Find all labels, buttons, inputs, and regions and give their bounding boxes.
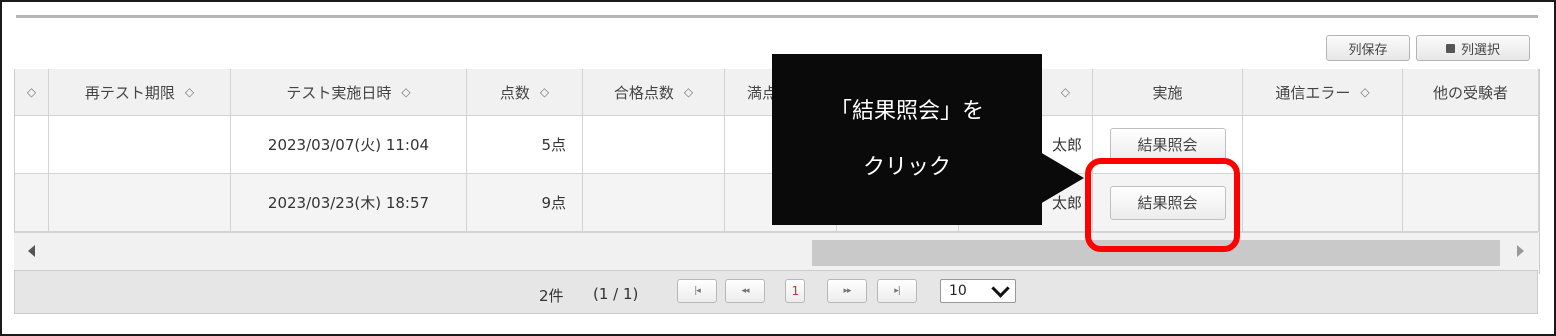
column-header-pass-score[interactable]: 合格点数 ◇ xyxy=(583,69,725,116)
instruction-callout: 「結果照会」を クリック xyxy=(772,54,1042,225)
column-header-label: 再テスト期限 xyxy=(84,83,175,102)
prev-page-button[interactable]: ◂◂ xyxy=(725,279,765,303)
table-cell xyxy=(15,174,49,232)
page-indicator: (1 / 1) xyxy=(593,285,639,303)
column-header-other-examinees: 他の受験者 xyxy=(1403,69,1539,116)
scroll-left-arrow-icon[interactable] xyxy=(28,245,35,257)
callout-pointer xyxy=(1040,152,1084,204)
screenshot-frame: 列保存 列選択 ◇ 再テスト期限 ◇ テスト実施日時 ◇ 点数 ◇ 合格点数 ◇… xyxy=(0,0,1556,336)
table-cell-test-datetime: 2023/03/07(火) 11:04 xyxy=(231,116,467,174)
column-header-label: 実施 xyxy=(1152,83,1183,102)
last-page-button[interactable]: ▸| xyxy=(877,279,917,303)
column-header-partial[interactable]: ◇ xyxy=(15,69,49,116)
sort-icon: ◇ xyxy=(184,85,195,99)
result-inquiry-button[interactable]: 結果照会 xyxy=(1109,127,1226,162)
select-columns-label: 列選択 xyxy=(1460,42,1500,58)
sort-icon: ◇ xyxy=(683,85,694,99)
table-cell-pass-score xyxy=(583,116,725,174)
sort-icon: ◇ xyxy=(401,85,411,99)
callout-line-2: クリック xyxy=(862,154,951,180)
sort-icon: ◇ xyxy=(1060,85,1070,99)
column-header-test-datetime[interactable]: テスト実施日時 ◇ xyxy=(231,69,467,116)
column-header-label: 点数 xyxy=(499,83,530,102)
table-cell-retest-deadline xyxy=(49,116,231,174)
column-header-label: 合格点数 xyxy=(613,83,674,102)
next-page-button[interactable]: ▸▸ xyxy=(827,279,867,303)
save-columns-label: 列保存 xyxy=(1348,42,1388,58)
column-header-retest-deadline[interactable]: 再テスト期限 ◇ xyxy=(49,69,231,116)
highlight-box xyxy=(1085,158,1240,252)
page-size-select[interactable]: 10 xyxy=(940,278,1016,303)
callout-line-1: 「結果照会」を xyxy=(829,98,984,124)
table-cell-comm-error xyxy=(1243,174,1403,232)
table-cell-other-examinees xyxy=(1403,174,1539,232)
column-header-score[interactable]: 点数 ◇ xyxy=(467,69,583,116)
table-cell xyxy=(15,116,49,174)
column-header-action: 実施 xyxy=(1093,69,1243,116)
column-header-comm-error[interactable]: 通信エラー ◇ xyxy=(1243,69,1403,116)
chevron-down-icon xyxy=(991,278,1010,298)
column-select-icon xyxy=(1445,43,1455,53)
table-cell-retest-deadline xyxy=(49,174,231,232)
sort-icon: ◇ xyxy=(539,85,550,99)
first-page-button[interactable]: |◂ xyxy=(677,279,717,303)
column-header-label: 通信エラー xyxy=(1275,83,1351,102)
horizontal-scrollbar[interactable] xyxy=(14,232,1538,271)
page-number-button[interactable]: 1 xyxy=(785,279,805,303)
table-cell-comm-error xyxy=(1243,116,1403,174)
save-columns-button[interactable]: 列保存 xyxy=(1326,35,1410,61)
table-cell-test-datetime: 2023/03/23(木) 18:57 xyxy=(231,174,467,232)
column-header-label: 他の受験者 xyxy=(1432,83,1508,102)
scroll-right-arrow-icon[interactable] xyxy=(1517,245,1524,257)
top-divider xyxy=(16,15,1538,18)
sort-icon: ◇ xyxy=(1360,85,1370,99)
table-cell-score: 5点 xyxy=(467,116,583,174)
record-count: 2件 xyxy=(539,287,564,305)
pagination-bar: 2件 (1 / 1) |◂ ◂◂ 1 ▸▸ ▸| 10 xyxy=(14,270,1538,314)
page-size-value: 10 xyxy=(949,283,967,299)
table-cell-score: 9点 xyxy=(467,174,583,232)
sort-icon: ◇ xyxy=(26,85,37,99)
select-columns-button[interactable]: 列選択 xyxy=(1416,35,1530,61)
table-cell-pass-score xyxy=(583,174,725,232)
table-cell-other-examinees xyxy=(1403,116,1539,174)
column-header-label: テスト実施日時 xyxy=(286,83,392,102)
